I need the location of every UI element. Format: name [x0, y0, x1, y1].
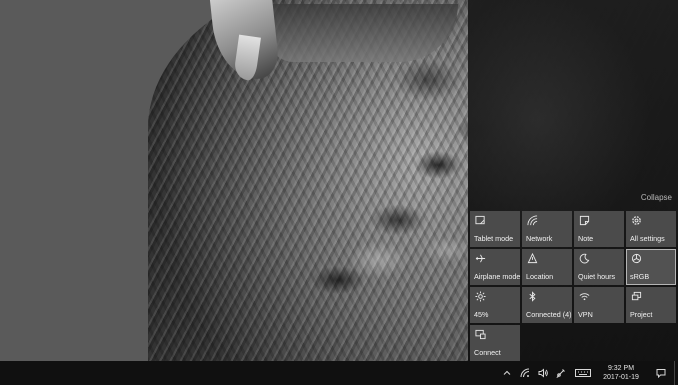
system-tray: 9:32 PM 2017-01-19 [498, 361, 678, 385]
tile-brightness[interactable]: 45% [470, 287, 520, 323]
pen-icon[interactable] [552, 361, 570, 385]
clock-time: 9:32 PM [607, 365, 635, 372]
wallpaper-owl-head [268, 4, 458, 62]
tile-label: All settings [630, 234, 665, 243]
tile-label: Network [526, 234, 553, 243]
color-profile-icon [631, 253, 643, 265]
moon-icon [579, 253, 591, 265]
connect-icon [475, 329, 487, 341]
project-icon [631, 291, 643, 303]
volume-icon[interactable] [534, 361, 552, 385]
tile-tablet-mode[interactable]: Tablet mode [470, 211, 520, 247]
tile-location[interactable]: Location [522, 249, 572, 285]
keyboard-icon[interactable] [570, 361, 596, 385]
vpn-icon [579, 291, 591, 303]
settings-gear-icon [631, 215, 643, 227]
brightness-icon [475, 291, 487, 303]
tile-note[interactable]: Note [574, 211, 624, 247]
tile-all-settings[interactable]: All settings [626, 211, 676, 247]
tile-label: Connect [474, 348, 501, 357]
wifi-icon[interactable] [516, 361, 534, 385]
tile-label: Quiet hours [578, 272, 616, 281]
tile-srgb[interactable]: sRGB [626, 249, 676, 285]
tile-label: Note [578, 234, 594, 243]
tile-label: Location [526, 272, 554, 281]
tile-network[interactable]: Network [522, 211, 572, 247]
tile-label: Connected (4) [526, 310, 572, 319]
tile-label: sRGB [630, 272, 650, 281]
tile-connect[interactable]: Connect [470, 325, 520, 361]
airplane-icon [475, 253, 487, 265]
bluetooth-icon [527, 291, 539, 303]
chevron-up-icon[interactable] [498, 361, 516, 385]
notification-icon[interactable] [648, 361, 674, 385]
tile-label: Project [630, 310, 653, 319]
tile-label: Airplane mode [474, 272, 521, 281]
tile-vpn[interactable]: VPN [574, 287, 624, 323]
action-center-panel: Collapse Tablet mode Network Note All se [468, 0, 678, 361]
clock-date: 2017-01-19 [603, 374, 639, 381]
tablet-mode-icon [475, 215, 487, 227]
quick-actions-grid: Tablet mode Network Note All settings Ai… [470, 211, 677, 361]
tile-label: Tablet mode [474, 234, 514, 243]
tile-project[interactable]: Project [626, 287, 676, 323]
show-desktop-button[interactable] [674, 361, 678, 385]
network-icon [527, 215, 539, 227]
tile-label: VPN [578, 310, 593, 319]
tile-label: 45% [474, 310, 489, 319]
taskbar-clock[interactable]: 9:32 PM 2017-01-19 [598, 364, 644, 382]
tile-airplane-mode[interactable]: Airplane mode [470, 249, 520, 285]
tile-quiet-hours[interactable]: Quiet hours [574, 249, 624, 285]
collapse-link[interactable]: Collapse [641, 193, 672, 202]
tile-bluetooth[interactable]: Connected (4) [522, 287, 572, 323]
location-icon [527, 253, 539, 265]
note-icon [579, 215, 591, 227]
taskbar: 9:32 PM 2017-01-19 [0, 361, 678, 385]
